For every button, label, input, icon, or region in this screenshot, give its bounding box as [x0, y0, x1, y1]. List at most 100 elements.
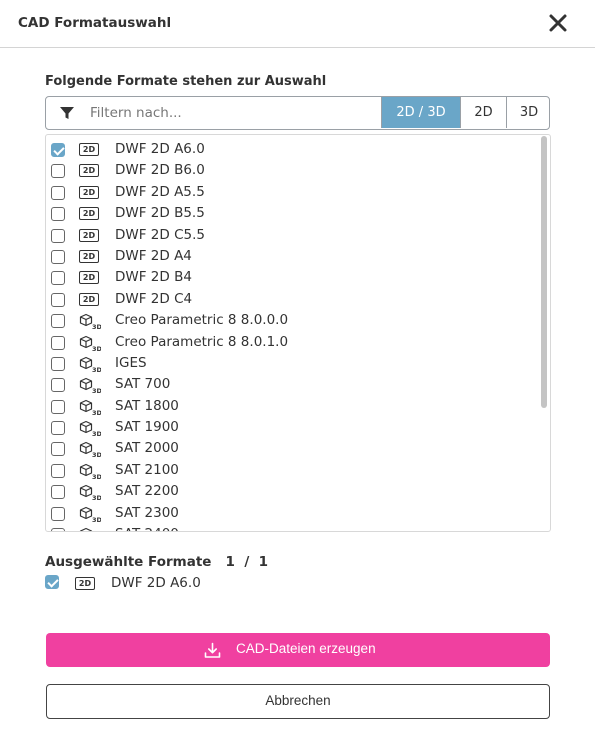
format-list-item[interactable]: 3D Creo Parametric 8 8.0.1.0 [46, 333, 550, 354]
selected-formats-heading: Ausgewählte Formate 1 / 1 [45, 554, 268, 570]
format-label: DWF 2D C5.5 [115, 226, 205, 243]
svg-text:3D: 3D [92, 494, 101, 501]
2d-badge-icon: 2D [79, 271, 99, 285]
format-list-item[interactable]: 3D IGES [46, 354, 550, 375]
format-label: DWF 2D A6.0 [115, 141, 205, 157]
tab-2d-3d[interactable]: 2D / 3D [381, 97, 460, 128]
3d-cube-icon: 3D [79, 378, 101, 394]
close-icon[interactable] [547, 12, 569, 34]
format-list-items: 2D DWF 2D A6.0 2D DWF 2D B6.0 2D DWF 2D A5.5 2… [46, 140, 550, 531]
3d-cube-icon: 3D [79, 463, 101, 480]
format-label: SAT 1800 [115, 397, 179, 414]
format-list-item[interactable]: 2D DWF 2D A6.0 [46, 140, 550, 161]
format-list-item[interactable]: 2D DWF 2D A5.5 [46, 183, 550, 204]
3d-cube-icon: 3D [79, 314, 101, 330]
format-label: SAT 2100 [115, 461, 179, 478]
format-checkbox[interactable] [51, 164, 65, 179]
format-list-item[interactable]: 2D DWF 2D B6.0 [46, 161, 550, 182]
format-checkbox[interactable] [51, 335, 65, 350]
tab-3d[interactable]: 3D [506, 97, 549, 128]
2d-badge-icon: 2D [79, 228, 99, 242]
format-list-item[interactable]: 3D SAT 1900 [46, 418, 550, 439]
format-checkbox[interactable] [51, 143, 65, 157]
format-label: SAT 2000 [115, 440, 179, 457]
filter-input[interactable] [90, 103, 370, 123]
format-list-item[interactable]: 2D DWF 2D B4 [46, 268, 550, 289]
format-list[interactable]: 2D DWF 2D A6.0 2D DWF 2D B6.0 2D DWF 2D A5.5 2… [45, 134, 551, 532]
filter-funnel-icon [60, 107, 74, 119]
svg-text:3D: 3D [92, 323, 101, 330]
format-label: DWF 2D B6.0 [115, 162, 205, 179]
3d-cube-icon: 3D [79, 442, 101, 458]
3d-cube-icon: 3D [79, 420, 101, 437]
format-label: SAT 700 [115, 376, 171, 393]
format-list-item[interactable]: 3D SAT 700 [46, 375, 550, 396]
2d-badge-icon: 2D [79, 207, 99, 221]
format-label: Creo Parametric 8 8.0.1.0 [115, 333, 289, 350]
svg-text:3D: 3D [92, 451, 101, 458]
svg-text:3D: 3D [92, 345, 101, 352]
selected-format-checkbox[interactable] [45, 575, 59, 589]
format-checkbox[interactable] [51, 249, 65, 264]
tab-2d[interactable]: 2D [460, 97, 506, 128]
format-checkbox[interactable] [51, 485, 65, 500]
svg-text:3D: 3D [92, 473, 101, 480]
format-checkbox[interactable] [51, 228, 65, 243]
format-list-item[interactable]: 3D SAT 2100 [46, 461, 550, 482]
format-label: DWF 2D B4 [115, 269, 192, 286]
format-checkbox[interactable] [51, 399, 65, 414]
3d-cube-icon: 3D [79, 356, 101, 373]
section-title: Folgende Formate stehen zur Auswahl [45, 74, 327, 89]
format-checkbox[interactable] [51, 185, 65, 200]
selected-format-item: 2D DWF 2D A6.0 [45, 574, 345, 594]
3d-cube-icon: 3D [79, 399, 101, 416]
format-label: SAT 2400 [115, 526, 179, 531]
format-checkbox[interactable] [51, 378, 65, 393]
format-label: DWF 2D B5.5 [115, 205, 205, 222]
format-checkbox[interactable] [51, 292, 65, 307]
format-checkbox[interactable] [51, 506, 65, 521]
selected-formats-title: Ausgewählte Formate [45, 554, 212, 570]
format-checkbox[interactable] [51, 314, 65, 329]
format-list-item[interactable]: 2D DWF 2D A4 [46, 247, 550, 268]
format-label: DWF 2D A5.5 [115, 183, 205, 200]
2d-badge-icon: 2D [79, 292, 99, 306]
3d-cube-icon: 3D [79, 335, 101, 352]
2d-badge-icon: 2D [79, 185, 99, 199]
format-list-item[interactable]: 2D DWF 2D C5.5 [46, 226, 550, 247]
svg-text:3D: 3D [92, 387, 101, 394]
svg-text:3D: 3D [92, 409, 101, 416]
format-label: SAT 2200 [115, 483, 179, 500]
format-list-item[interactable]: 3D SAT 2300 [46, 504, 550, 525]
format-checkbox[interactable] [51, 528, 65, 531]
format-list-scrollbar[interactable] [541, 136, 547, 408]
svg-text:3D: 3D [92, 516, 101, 523]
format-list-item[interactable]: 3D SAT 2000 [46, 439, 550, 460]
format-label: SAT 2300 [115, 504, 179, 521]
filter-bar: 2D / 3D 2D 3D [45, 96, 550, 130]
cancel-button[interactable]: Abbrechen [46, 684, 550, 719]
format-list-item[interactable]: 3D SAT 2200 [46, 482, 550, 503]
format-list-item[interactable]: 3D SAT 1800 [46, 397, 550, 418]
3d-cube-icon: 3D [79, 485, 101, 501]
format-checkbox[interactable] [51, 207, 65, 222]
format-label: DWF 2D A4 [115, 247, 192, 264]
generate-cad-files-button[interactable]: CAD-Dateien erzeugen [46, 633, 550, 667]
format-checkbox[interactable] [51, 271, 65, 286]
format-list-item[interactable]: 2D DWF 2D C4 [46, 290, 550, 311]
format-checkbox[interactable] [51, 421, 65, 436]
format-list-item[interactable]: 3D SAT 2400 [46, 525, 550, 531]
download-icon [204, 642, 221, 658]
cancel-button-label: Abbrechen [265, 693, 331, 708]
format-checkbox[interactable] [51, 442, 65, 457]
selected-formats-count: 1 / 1 [225, 554, 269, 570]
format-label: DWF 2D C4 [115, 290, 193, 307]
format-checkbox[interactable] [51, 463, 65, 478]
format-checkbox[interactable] [51, 356, 65, 371]
format-list-item[interactable]: 2D DWF 2D B5.5 [46, 204, 550, 225]
3d-cube-icon: 3D [79, 506, 101, 523]
format-list-item[interactable]: 3D Creo Parametric 8 8.0.0.0 [46, 311, 550, 332]
dialog-header: CAD Formatauswahl [0, 0, 595, 48]
format-label: SAT 1900 [115, 419, 179, 436]
selected-format-label: DWF 2D A6.0 [111, 575, 201, 591]
